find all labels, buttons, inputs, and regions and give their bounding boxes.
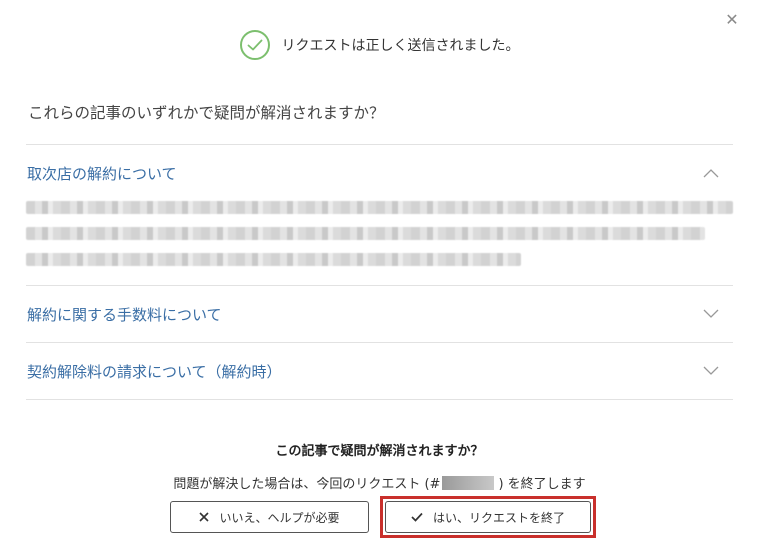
article-item: 解約に関する手数料について — [26, 285, 733, 342]
check-circle-icon — [239, 30, 270, 60]
action-buttons: いいえ、ヘルプが必要 はい、リクエストを終了 — [170, 496, 596, 538]
success-banner: リクエストは正しく送信されました。 — [0, 30, 759, 60]
article-header-termination-fee[interactable]: 契約解除料の請求について（解約時） — [26, 343, 733, 399]
confirm-title: この記事で疑問が解消されますか？ — [275, 444, 484, 459]
check-icon — [411, 512, 423, 522]
yes-button-label: はい、リクエストを終了 — [432, 510, 565, 525]
article-list: 取次店の解約について 解約に関する手数料について 契約解除料の請求について（解約… — [26, 144, 733, 400]
yes-close-request-button[interactable]: はい、リクエストを終了 — [385, 501, 591, 533]
article-item: 契約解除料の請求について（解約時） — [26, 342, 733, 399]
success-message: リクエストは正しく送信されました。 — [281, 38, 520, 54]
article-title: 解約に関する手数料について — [27, 305, 222, 324]
close-button[interactable]: ✕ — [722, 10, 742, 30]
article-title: 契約解除料の請求について（解約時） — [27, 362, 282, 381]
articles-question: これらの記事のいずれかで疑問が解消されますか？ — [28, 104, 385, 122]
confirm-section: この記事で疑問が解消されますか？ 問題が解決した場合は、今回のリクエスト (# … — [0, 440, 759, 492]
no-need-help-button[interactable]: いいえ、ヘルプが必要 — [170, 501, 369, 533]
no-button-label: いいえ、ヘルプが必要 — [219, 510, 340, 525]
confirm-sub-prefix: 問題が解決した場合は、今回のリクエスト (# — [173, 477, 441, 492]
close-icon — [199, 512, 210, 522]
confirm-subtitle: 問題が解決した場合は、今回のリクエスト (# ) を終了します — [0, 473, 759, 492]
redacted-request-id — [442, 475, 495, 490]
article-excerpt-redacted — [26, 201, 733, 285]
highlight-frame: はい、リクエストを終了 — [380, 496, 596, 538]
chevron-down-icon — [703, 366, 719, 375]
confirm-sub-suffix: ) を終了します — [498, 477, 586, 492]
article-item: 取次店の解約について — [26, 144, 733, 285]
chevron-up-icon — [703, 169, 719, 178]
chevron-down-icon — [703, 309, 719, 318]
article-header-fees[interactable]: 解約に関する手数料について — [26, 286, 733, 342]
article-header-cancellation[interactable]: 取次店の解約について — [26, 145, 733, 201]
divider — [26, 399, 733, 400]
article-title: 取次店の解約について — [27, 164, 177, 183]
